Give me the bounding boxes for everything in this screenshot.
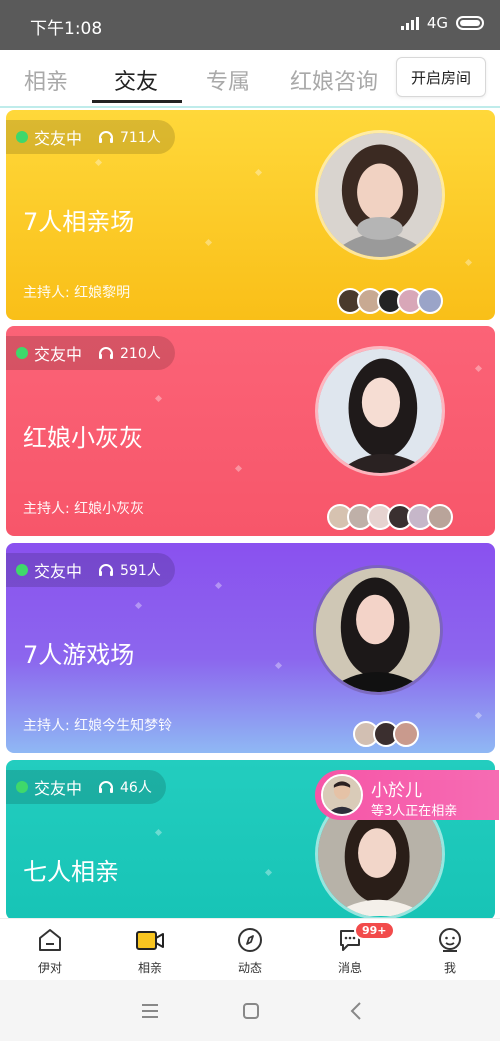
live-status-pill: 交友中 711人 [6, 120, 175, 154]
nav-label: 伊对 [37, 961, 62, 975]
sparkle-decoration [134, 601, 143, 610]
room-title: 7人相亲场 [23, 208, 135, 236]
live-dot-icon [16, 131, 28, 143]
nav-label: 我 [443, 961, 456, 975]
listener-count: 210人 [120, 346, 161, 362]
nav-label: 相亲 [137, 961, 162, 975]
sparkle-decoration [464, 258, 473, 267]
network-type: 4G [426, 14, 448, 32]
listener-count: 46人 [120, 780, 152, 796]
room-card[interactable]: 交友中 711人 7人相亲场 主持人: 红娘黎明 [6, 110, 495, 320]
home-square-icon[interactable] [236, 996, 266, 1026]
host-avatar[interactable] [315, 346, 445, 476]
room-host: 主持人: 红娘小灰灰 [23, 501, 145, 517]
nav-item-xiangqin[interactable]: 相亲 [100, 919, 200, 981]
sparkle-decoration [234, 464, 243, 473]
status-indicators: 4G [400, 14, 484, 32]
menu-icon[interactable] [135, 996, 165, 1026]
room-card[interactable]: 交友中 591人 7人游戏场 主持人: 红娘今生知梦铃 [6, 543, 495, 753]
live-status-pill: 交友中 46人 [6, 770, 166, 804]
room-title: 七人相亲 [23, 858, 119, 886]
compass-icon [238, 928, 262, 952]
room-title: 红娘小灰灰 [23, 424, 143, 452]
room-title: 7人游戏场 [23, 641, 135, 669]
listener-count: 711人 [120, 130, 161, 146]
headphone-icon [99, 347, 114, 359]
toast-subtitle: 等3人正在相亲 [371, 804, 458, 819]
host-avatar[interactable] [313, 565, 443, 695]
tab-hongniang-consult[interactable]: 红娘咨询 [290, 64, 378, 96]
room-host: 主持人: 红娘黎明 [23, 285, 131, 301]
signal-icon [400, 16, 419, 30]
sparkle-decoration [274, 661, 283, 670]
sparkle-decoration [154, 828, 163, 837]
room-card[interactable]: 交友中 210人 红娘小灰灰 主持人: 红娘小灰灰 [6, 326, 495, 536]
toast-user-name: 小於儿 [371, 781, 422, 801]
tab-zhuanshu[interactable]: 专属 [206, 64, 250, 96]
listener-count: 591人 [120, 563, 161, 579]
status-bar: 下午1:08 4G [0, 0, 500, 50]
room-status: 交友中 [34, 345, 83, 364]
participant-avatar [393, 721, 419, 747]
live-dot-icon [16, 781, 28, 793]
host-portrait-image [318, 133, 442, 257]
room-status: 交友中 [34, 129, 83, 148]
sparkle-decoration [94, 158, 103, 167]
bottom-nav: 伊对 相亲 动态 99+ 消息 我 [0, 918, 500, 981]
sparkle-decoration [254, 168, 263, 177]
live-status-pill: 交友中 210人 [6, 336, 175, 370]
sparkle-decoration [214, 581, 223, 590]
nav-item-home[interactable]: 伊对 [0, 919, 100, 981]
status-time: 下午1:08 [30, 19, 103, 39]
participant-avatar [427, 504, 453, 530]
tab-xiangqin[interactable]: 相亲 [24, 64, 68, 96]
nav-item-messages[interactable]: 99+ 消息 [300, 919, 400, 981]
toast-portrait-image [323, 776, 361, 814]
open-room-button[interactable]: 开启房间 [396, 57, 486, 97]
nav-item-me[interactable]: 我 [400, 919, 500, 981]
host-portrait-image [318, 349, 442, 473]
active-tab-indicator [92, 100, 182, 103]
nav-item-dongtai[interactable]: 动态 [200, 919, 300, 981]
sparkle-decoration [204, 238, 213, 247]
sparkle-decoration [474, 711, 483, 720]
sparkle-decoration [264, 868, 273, 877]
host-avatar[interactable] [315, 130, 445, 260]
sparkle-decoration [474, 364, 483, 373]
room-status: 交友中 [34, 779, 83, 798]
matching-toast[interactable]: 小於儿 等3人正在相亲 [315, 770, 499, 820]
nav-label: 动态 [237, 961, 262, 975]
home-icon [39, 929, 61, 951]
top-tab-bar: 相亲 交友 专属 红娘咨询 开启房间 [0, 50, 500, 108]
headphone-icon [99, 131, 114, 143]
headphone-icon [99, 781, 114, 793]
system-nav-bar [0, 980, 500, 1041]
toast-user-avatar [321, 774, 363, 816]
live-dot-icon [16, 347, 28, 359]
live-dot-icon [16, 564, 28, 576]
participant-avatar [417, 288, 443, 314]
live-status-pill: 交友中 591人 [6, 553, 175, 587]
participant-avatars [337, 288, 443, 314]
participant-avatars [327, 504, 453, 530]
sparkle-decoration [154, 394, 163, 403]
unread-badge: 99+ [354, 921, 395, 940]
host-portrait-image [316, 568, 440, 692]
headphone-icon [99, 564, 114, 576]
video-camera-icon [136, 931, 164, 950]
room-host: 主持人: 红娘今生知梦铃 [23, 718, 173, 734]
back-icon[interactable] [342, 996, 372, 1026]
participant-avatars [353, 721, 419, 747]
tab-jiaoyou[interactable]: 交友 [114, 64, 158, 96]
battery-icon [456, 16, 484, 30]
smiley-profile-icon [439, 928, 461, 952]
room-status: 交友中 [34, 562, 83, 581]
nav-label: 消息 [337, 961, 362, 975]
